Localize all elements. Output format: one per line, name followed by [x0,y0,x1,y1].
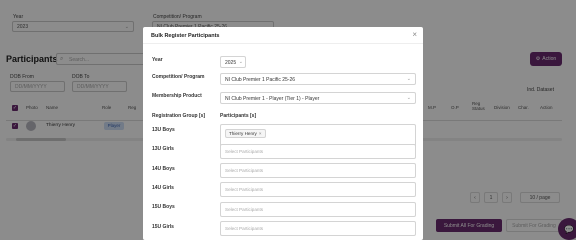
participants-select-14u-boys[interactable]: Select Participants [220,163,416,178]
participants-select-15u-boys[interactable]: Select Participants [220,202,416,217]
group-label: 14U Girls [152,185,174,191]
modal-membership-value: NI Club Premier 1 - Player (Tier 1) - Pl… [225,96,320,102]
modal-competition-value: NI Club Premier 1 Pacific 25-26 [225,77,296,83]
participants-select-14u-girls[interactable]: Select Participants [220,182,416,197]
chevron-down-icon: ⌄ [406,76,411,82]
group-label: 14U Boys [152,166,175,172]
modal-competition-select[interactable]: NI Club Premier 1 Pacific 25-26 ⌄ [220,73,416,85]
modal-competition-label: Competition/ Program [152,74,205,80]
participants-header: Participants [s] [220,113,257,119]
modal-title: Bulk Register Participants [151,33,220,39]
group-label: 15U Boys [152,204,175,210]
chevron-down-icon: ⌄ [406,95,411,101]
modal-membership-select[interactable]: NI Club Premier 1 - Player (Tier 1) - Pl… [220,92,416,104]
modal-year-select[interactable]: 2025 ⌄ [220,56,246,68]
participants-placeholder: Select Participants [225,207,264,212]
modal-year-value: 2025 [225,60,237,66]
participant-tag: Thierry Henry × [225,129,266,138]
participants-select-15u-girls[interactable]: Select Participants [220,221,416,236]
remove-tag-icon[interactable]: × [259,131,262,136]
bulk-register-modal: Bulk Register Participants × Year 2025 ⌄… [143,27,423,240]
participants-placeholder: Select Participants [225,149,264,154]
participant-tag-label: Thierry Henry [229,131,257,136]
group-label: 13U Boys [152,127,175,133]
participants-select-13u-girls[interactable]: Select Participants [220,144,416,159]
group-label: 13U Girls [152,146,174,152]
close-icon[interactable]: × [412,30,417,39]
modal-membership-label: Membership Product [152,93,202,99]
modal-header: Bulk Register Participants × [143,27,423,44]
group-label: 15U Girls [152,224,174,230]
modal-year-label: Year [152,57,163,63]
participants-placeholder: Select Participants [225,168,264,173]
participants-placeholder: Select Participants [225,187,264,192]
chevron-down-icon: ⌄ [238,59,243,65]
participants-placeholder: Select Participants [225,226,264,231]
registration-group-header: Registration Group [s] [152,113,206,119]
